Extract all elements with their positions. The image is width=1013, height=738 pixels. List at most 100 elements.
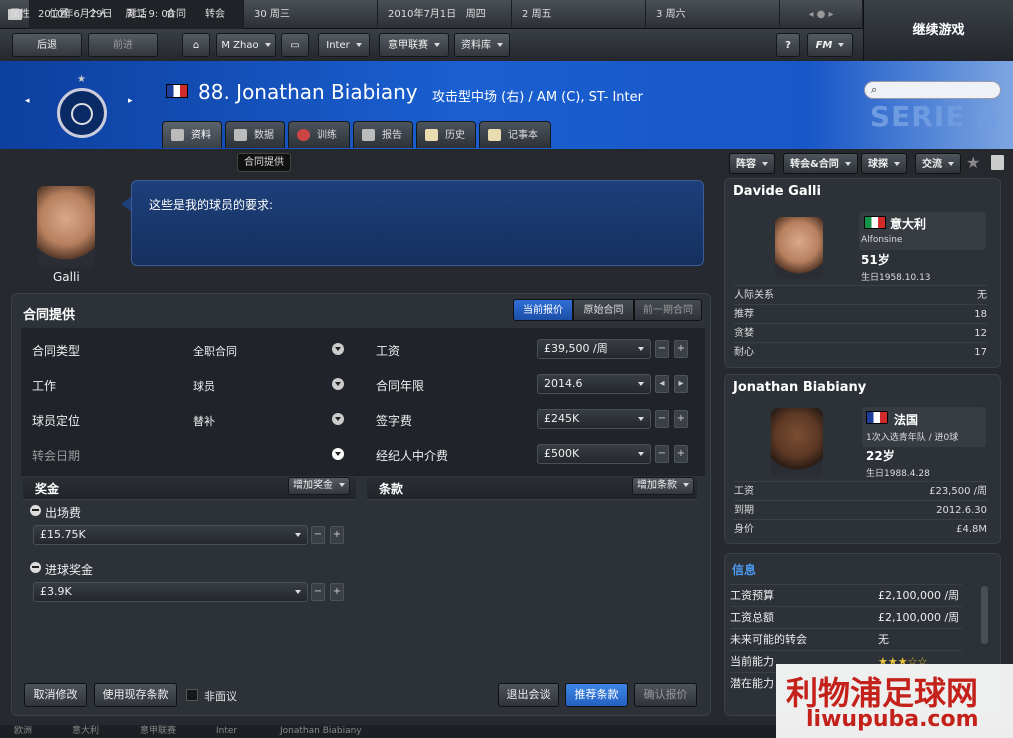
collapse-icon[interactable] — [30, 505, 41, 516]
subnav-attributes[interactable]: 属性 — [10, 6, 30, 23]
toolbar: 后退 前进 ⌂ M Zhao ▭ Inter 意甲联赛 资料库 ? FM — [0, 29, 863, 61]
wage-increase-button[interactable]: + — [674, 340, 688, 358]
subnav-contract[interactable]: 合同 — [166, 6, 186, 23]
notes-icon[interactable] — [991, 155, 1004, 170]
wage-decrease-button[interactable]: − — [655, 340, 669, 358]
home-icon[interactable]: ⌂ — [182, 33, 210, 57]
breadcrumb-item[interactable]: Jonathan Biabiany — [280, 725, 362, 738]
transfer-contract-menu[interactable]: 转会&合同 — [783, 153, 858, 174]
help-button[interactable]: ? — [776, 33, 800, 57]
watermark-url: liwupuba.com — [806, 707, 979, 732]
suggest-terms-button[interactable]: 推荐条款 — [565, 683, 628, 707]
training-icon — [297, 129, 310, 141]
agent-fee-increase-button[interactable]: + — [674, 445, 688, 463]
subnav-contract-offer[interactable]: 合同提供 — [237, 153, 291, 172]
tab-stats[interactable]: 数据 — [225, 121, 285, 148]
signing-fee-increase-button[interactable]: + — [674, 410, 688, 428]
scout-menu[interactable]: 球探 — [861, 153, 907, 174]
league-menu[interactable]: 意甲联赛 — [379, 33, 449, 57]
dropdown-icon[interactable] — [332, 413, 344, 425]
cancel-changes-button[interactable]: 取消修改 — [24, 683, 87, 707]
appearance-fee-label: 出场费 — [45, 506, 82, 520]
player-info-row: 身价 £4.8M — [734, 519, 987, 538]
use-existing-terms-button[interactable]: 使用现存条款 — [94, 683, 177, 707]
non-negotiable-checkbox[interactable] — [186, 689, 198, 701]
confirm-offer-button[interactable]: 确认报价 — [634, 683, 697, 707]
club-logo — [57, 88, 107, 138]
seg-current-offer[interactable]: 当前报价 — [513, 299, 573, 321]
goal-bonus-decrease-button[interactable]: − — [311, 583, 325, 601]
breadcrumb-item[interactable]: 意甲联赛 — [140, 725, 176, 738]
appearance-fee-decrease-button[interactable]: − — [311, 526, 325, 544]
add-bonus-button[interactable]: 增加奖金 — [288, 477, 350, 495]
squad-status-value[interactable]: 替补 — [193, 413, 215, 429]
subnav-transfer[interactable]: 转会 — [205, 6, 225, 23]
tab-history[interactable]: 历史 — [416, 121, 476, 148]
squad-menu[interactable]: 阵容 — [729, 153, 775, 174]
leave-talks-button[interactable]: 退出会谈 — [498, 683, 559, 707]
forward-button[interactable]: 前进 — [88, 33, 158, 57]
agent-fee-select[interactable]: £500K — [537, 444, 651, 464]
breadcrumb-item[interactable]: 意大利 — [72, 725, 99, 738]
length-prev-button[interactable]: ◂ — [655, 375, 669, 393]
player-birthdate: 生日1988.4.28 — [866, 469, 930, 479]
appearance-fee-select[interactable]: £15.75K — [33, 525, 308, 545]
job-value[interactable]: 球员 — [193, 378, 215, 394]
agent-fee-label: 经纪人中介费 — [376, 449, 449, 463]
date-cell[interactable]: 3 周六 — [646, 0, 780, 29]
agent-card-name: Davide Galli — [733, 184, 821, 199]
stats-icon — [234, 129, 247, 141]
seg-original-contract[interactable]: 原始合同 — [573, 299, 634, 321]
add-clause-button[interactable]: 增加条款 — [632, 477, 694, 495]
dropdown-icon[interactable] — [332, 448, 344, 460]
tab-profile[interactable]: 资料 — [162, 121, 222, 148]
date-cell[interactable]: 2010年7月1日 周四 — [378, 0, 512, 29]
agent-birthdate: 生日1958.10.13 — [861, 273, 931, 283]
info-row: 工资总额 £2,100,000 /周 — [730, 606, 962, 628]
breadcrumb-item[interactable]: Inter — [216, 725, 237, 738]
date-cell[interactable]: 30 周三 — [244, 0, 378, 29]
date-nav[interactable]: ◂ ● ▸ — [780, 0, 863, 29]
tab-training[interactable]: 训练 — [288, 121, 350, 148]
contract-length-select[interactable]: 2014.6 — [537, 374, 651, 394]
goal-bonus-select[interactable]: £3.9K — [33, 582, 308, 602]
manager-menu[interactable]: M Zhao — [216, 33, 276, 57]
signing-fee-decrease-button[interactable]: − — [655, 410, 669, 428]
wage-select[interactable]: £39,500 /周 — [537, 339, 651, 359]
breadcrumb-item[interactable]: 欧洲 — [14, 725, 32, 738]
signing-fee-select[interactable]: £245K — [537, 409, 651, 429]
length-next-button[interactable]: ▸ — [674, 375, 688, 393]
goal-bonus-increase-button[interactable]: + — [330, 583, 344, 601]
player-info-row: 工资 £23,500 /周 — [734, 481, 987, 500]
subnav-interaction[interactable]: 对话 — [127, 6, 147, 23]
date-cell[interactable]: 2 周五 — [512, 0, 646, 29]
info-scrollbar[interactable] — [981, 586, 988, 644]
agent-attr-row: 推荐 18 — [734, 304, 987, 323]
prev-club-arrow-icon[interactable]: ◂ — [25, 96, 30, 106]
club-menu[interactable]: Inter — [318, 33, 370, 57]
dropdown-icon[interactable] — [332, 378, 344, 390]
favorite-star-icon[interactable]: ★ — [966, 153, 980, 172]
appearance-fee-increase-button[interactable]: + — [330, 526, 344, 544]
collapse-icon[interactable] — [30, 562, 41, 573]
dropdown-icon[interactable] — [332, 343, 344, 355]
database-menu[interactable]: 资料库 — [454, 33, 510, 57]
profile-icon — [171, 129, 184, 141]
inbox-icon[interactable]: ▭ — [281, 33, 309, 57]
back-button[interactable]: 后退 — [12, 33, 82, 57]
agent-fee-decrease-button[interactable]: − — [655, 445, 669, 463]
tab-notes[interactable]: 记事本 — [479, 121, 551, 148]
tab-reports[interactable]: 报告 — [353, 121, 413, 148]
search-input[interactable]: ⌕ — [864, 81, 1001, 99]
interact-menu[interactable]: 交流 — [915, 153, 961, 174]
subnav-positions[interactable]: 位置 — [49, 6, 69, 23]
continue-button[interactable]: 继续游戏 — [863, 0, 1013, 61]
panel-title: 合同提供 — [23, 308, 76, 323]
subnav-personal[interactable]: 个人 — [88, 6, 108, 23]
non-negotiable-label: 非面议 — [204, 690, 237, 703]
fm-menu[interactable]: FM — [807, 33, 853, 57]
seg-previous-contract[interactable]: 前一期合同 — [634, 299, 702, 321]
next-club-arrow-icon[interactable]: ▸ — [128, 96, 133, 106]
contract-type-value[interactable]: 全职合同 — [193, 343, 237, 359]
info-row: 工资预算 £2,100,000 /周 — [730, 584, 962, 606]
